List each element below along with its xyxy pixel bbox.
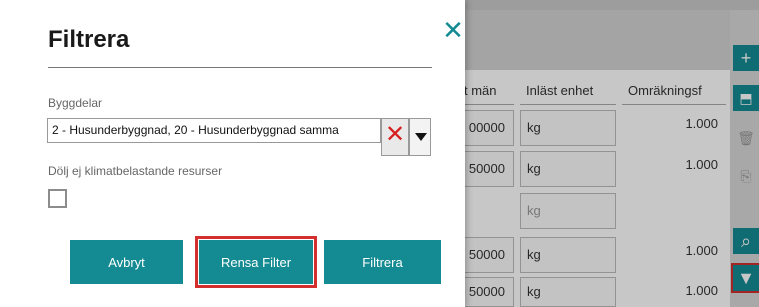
apply-filter-button[interactable]: Filtrera <box>324 240 441 284</box>
close-icon[interactable]: ✕ <box>441 17 465 43</box>
building-parts-label: Byggdelar <box>48 96 103 110</box>
dialog-title: Filtrera <box>48 26 130 53</box>
hide-non-climate-label: Dölj ej klimatbelastande resurser <box>48 164 223 178</box>
filter-dialog: Filtrera ✕ Byggdelar 2 - Husunderbyggnad… <box>0 0 465 307</box>
building-parts-select[interactable]: 2 - Husunderbyggnad, 20 - Husunderbyggna… <box>47 118 381 143</box>
clear-selection-icon[interactable]: ✕ <box>381 118 409 156</box>
chevron-down-icon <box>415 133 427 141</box>
title-divider <box>48 67 432 68</box>
dropdown-button[interactable] <box>409 118 431 156</box>
hide-non-climate-checkbox[interactable] <box>48 189 67 208</box>
cancel-button[interactable]: Avbryt <box>70 240 183 284</box>
reset-filter-button[interactable]: Rensa Filter <box>195 236 317 288</box>
